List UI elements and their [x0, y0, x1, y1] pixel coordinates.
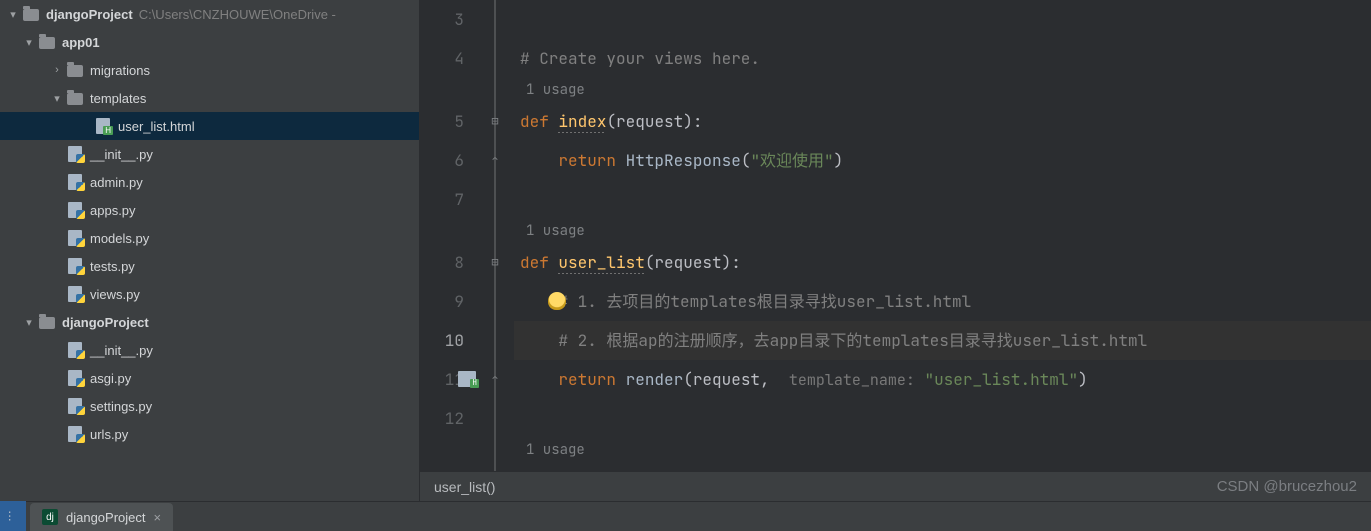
tree-item[interactable]: apps.py: [0, 196, 419, 224]
tree-item-label: settings.py: [90, 399, 152, 414]
tree-item[interactable]: urls.py: [0, 420, 419, 448]
py-icon: [66, 425, 84, 443]
tree-item-label: __init__.py: [90, 343, 153, 358]
chevron-right-icon[interactable]: ›: [50, 64, 64, 76]
line-number[interactable]: 4: [420, 39, 464, 78]
gutter-divider: [494, 0, 496, 471]
py-icon: [66, 341, 84, 359]
py-icon: [66, 201, 84, 219]
tree-item-label: app01: [62, 35, 100, 50]
html-icon: [94, 117, 112, 135]
tree-item[interactable]: settings.py: [0, 392, 419, 420]
code-body[interactable]: # Create your views here.1 usagedef inde…: [514, 0, 1371, 471]
line-number[interactable]: 13: [420, 462, 464, 471]
tree-item-label: apps.py: [90, 203, 136, 218]
usage-hint[interactable]: 1 usage: [514, 219, 1371, 243]
breadcrumb[interactable]: user_list(): [420, 471, 1371, 501]
code-line[interactable]: [514, 180, 1371, 219]
tree-item[interactable]: user_list.html: [0, 112, 419, 140]
tree-item[interactable]: __init__.py: [0, 336, 419, 364]
project-root-path: C:\Users\CNZHOUWE\OneDrive -: [139, 7, 336, 22]
line-number[interactable]: 5: [420, 102, 464, 141]
line-number[interactable]: 9: [420, 282, 464, 321]
tree-item-label: __init__.py: [90, 147, 153, 162]
tree-item[interactable]: ▾ templates: [0, 84, 419, 112]
django-icon: dj: [42, 509, 58, 525]
py-icon: [66, 173, 84, 191]
code-line[interactable]: def user_add(request):: [514, 462, 1371, 471]
bottom-tab-bar: … dj djangoProject ×: [0, 501, 1371, 531]
tree-item-label: djangoProject: [62, 315, 149, 330]
tree-item-label: templates: [90, 91, 146, 106]
line-number[interactable]: 6: [420, 141, 464, 180]
py-icon: [66, 369, 84, 387]
usage-hint[interactable]: 1 usage: [514, 78, 1371, 102]
code-line[interactable]: def index(request):: [514, 102, 1371, 141]
line-number[interactable]: 10: [420, 321, 464, 360]
folder-icon: [66, 61, 84, 79]
tree-item[interactable]: asgi.py: [0, 364, 419, 392]
folder-icon: [38, 33, 56, 51]
fold-up-icon[interactable]: ⌃: [488, 153, 502, 167]
fold-up-icon[interactable]: ⌃: [488, 372, 502, 386]
code-line[interactable]: return render(request, template_name: "u…: [514, 360, 1371, 399]
tree-item[interactable]: views.py: [0, 280, 419, 308]
project-tab[interactable]: dj djangoProject ×: [30, 503, 173, 531]
usage-hint[interactable]: 1 usage: [514, 438, 1371, 462]
tree-item-label: user_list.html: [118, 119, 195, 134]
tool-window-stripe[interactable]: …: [0, 501, 26, 531]
tree-item[interactable]: models.py: [0, 224, 419, 252]
py-icon: [66, 229, 84, 247]
py-icon: [66, 397, 84, 415]
tree-item[interactable]: __init__.py: [0, 140, 419, 168]
tree-item-label: views.py: [90, 287, 140, 302]
folder-icon: [22, 5, 40, 23]
line-number[interactable]: 8: [420, 243, 464, 282]
tree-item-label: migrations: [90, 63, 150, 78]
folder-icon: [66, 89, 84, 107]
tree-item[interactable]: ▾ app01: [0, 28, 419, 56]
chevron-down-icon[interactable]: ▾: [22, 36, 36, 49]
tree-item-label: models.py: [90, 231, 149, 246]
code-editor[interactable]: 345678910111213 ⊟⌃⊟⌃⊟ # Create your view…: [420, 0, 1371, 501]
code-line[interactable]: # 1. 去项目的templates根目录寻找user_list.html: [514, 282, 1371, 321]
tree-item[interactable]: admin.py: [0, 168, 419, 196]
tree-item-label: tests.py: [90, 259, 135, 274]
tree-item[interactable]: › migrations: [0, 56, 419, 84]
py-icon: [66, 145, 84, 163]
chevron-down-icon[interactable]: ▾: [22, 316, 36, 329]
fold-minus-icon[interactable]: ⊟: [488, 114, 502, 128]
line-number-gutter[interactable]: 345678910111213: [420, 0, 480, 471]
py-icon: [66, 257, 84, 275]
code-line[interactable]: # 2. 根据ap的注册顺序，去app目录下的templates目录寻找user…: [514, 321, 1371, 360]
line-number[interactable]: 7: [420, 180, 464, 219]
code-line[interactable]: # Create your views here.: [514, 39, 1371, 78]
close-icon[interactable]: ×: [154, 510, 162, 525]
chevron-down-icon[interactable]: ▾: [50, 92, 64, 105]
project-tree[interactable]: ▾ djangoProject C:\Users\CNZHOUWE\OneDri…: [0, 0, 420, 501]
fold-minus-icon[interactable]: ⊟: [488, 255, 502, 269]
fold-marker-column[interactable]: ⊟⌃⊟⌃⊟: [480, 0, 514, 471]
code-line[interactable]: [514, 399, 1371, 438]
line-number[interactable]: 3: [420, 0, 464, 39]
html-gutter-icon[interactable]: [458, 371, 476, 387]
project-root-name: djangoProject: [46, 7, 133, 22]
tree-item[interactable]: tests.py: [0, 252, 419, 280]
py-icon: [66, 285, 84, 303]
code-line[interactable]: return HttpResponse("欢迎使用"): [514, 141, 1371, 180]
tree-item[interactable]: ▾ djangoProject: [0, 308, 419, 336]
chevron-down-icon: ▾: [6, 8, 20, 21]
code-line[interactable]: [514, 0, 1371, 39]
tree-item-label: asgi.py: [90, 371, 131, 386]
project-tab-label: djangoProject: [66, 510, 146, 525]
tree-item-label: admin.py: [90, 175, 143, 190]
tree-item-label: urls.py: [90, 427, 128, 442]
line-number[interactable]: 12: [420, 399, 464, 438]
project-root-row[interactable]: ▾ djangoProject C:\Users\CNZHOUWE\OneDri…: [0, 0, 419, 28]
folder-icon: [38, 313, 56, 331]
code-line[interactable]: def user_list(request):: [514, 243, 1371, 282]
intention-bulb-icon[interactable]: [548, 292, 566, 310]
